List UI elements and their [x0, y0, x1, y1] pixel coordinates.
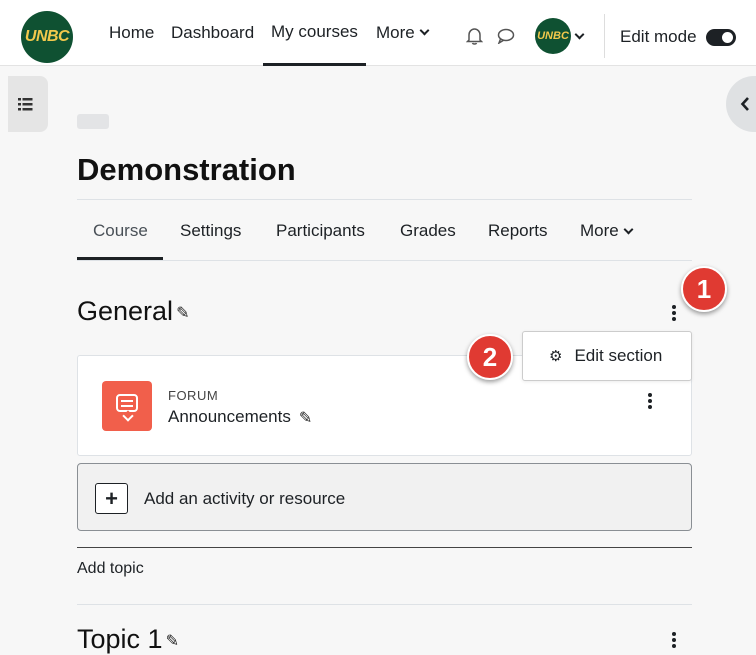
add-activity-button[interactable]: + Add an activity or resource — [77, 463, 692, 531]
callout-badge-1: 1 — [681, 266, 727, 312]
nav-dashboard[interactable]: Dashboard — [171, 0, 254, 66]
tab-course[interactable]: Course — [93, 221, 148, 241]
logo-text: UNBC — [24, 28, 70, 45]
edit-pencil-icon[interactable]: ✎ — [176, 303, 189, 323]
gear-icon: ⚙ — [549, 348, 563, 365]
edit-pencil-icon[interactable]: ✎ — [299, 408, 312, 428]
plus-icon: + — [95, 483, 128, 514]
callout-badge-2: 2 — [467, 334, 513, 380]
add-activity-label: Add an activity or resource — [144, 489, 346, 508]
course-tabs: Course Settings Participants Grades Repo… — [77, 199, 692, 261]
list-icon — [18, 98, 33, 111]
section-divider — [77, 547, 692, 548]
top-navbar: UNBC Home Dashboard My courses More UNBC… — [0, 0, 756, 66]
section-actions-kebab-icon[interactable] — [672, 305, 678, 323]
forum-icon — [102, 381, 152, 431]
section-divider — [77, 604, 692, 605]
nav-home[interactable]: Home — [109, 0, 154, 66]
tab-reports[interactable]: Reports — [488, 221, 548, 241]
nav-more-dropdown[interactable]: More — [376, 0, 430, 66]
chevron-down-icon — [623, 224, 634, 235]
chevron-down-icon — [419, 25, 430, 35]
block-drawer-toggle[interactable] — [726, 76, 756, 132]
breadcrumb[interactable] — [77, 114, 109, 129]
tab-grades[interactable]: Grades — [400, 221, 456, 241]
activity-actions-kebab-icon[interactable] — [648, 393, 654, 411]
site-logo[interactable]: UNBC — [21, 11, 73, 63]
course-index-toggle[interactable] — [8, 76, 48, 132]
tab-settings[interactable]: Settings — [180, 221, 241, 241]
edit-mode-label: Edit mode — [620, 27, 697, 46]
tab-participants[interactable]: Participants — [276, 221, 365, 241]
section-title-topic-1[interactable]: Topic 1 ✎ — [77, 624, 179, 655]
tab-more[interactable]: More — [580, 221, 634, 241]
active-tab-indicator — [77, 257, 163, 260]
edit-mode-toggle[interactable] — [706, 29, 736, 46]
section-title-general[interactable]: General ✎ — [77, 296, 189, 327]
user-menu-chevron-icon[interactable] — [574, 29, 585, 40]
nav-my-courses[interactable]: My courses — [263, 0, 366, 66]
add-topic-link[interactable]: Add topic — [77, 560, 144, 578]
chevron-left-icon — [740, 97, 749, 111]
page-title: Demonstration — [77, 152, 296, 187]
edit-section-menu-item[interactable]: ⚙ Edit section — [522, 331, 692, 381]
activity-type-label: FORUM — [168, 388, 219, 403]
bell-icon[interactable] — [466, 27, 483, 45]
activity-name-link[interactable]: Announcements ✎ — [168, 407, 312, 428]
section-actions-kebab-icon[interactable] — [672, 632, 678, 650]
user-avatar[interactable]: UNBC — [535, 18, 571, 54]
message-icon[interactable] — [497, 28, 515, 44]
edit-pencil-icon[interactable]: ✎ — [166, 631, 179, 651]
navbar-divider — [604, 14, 605, 58]
